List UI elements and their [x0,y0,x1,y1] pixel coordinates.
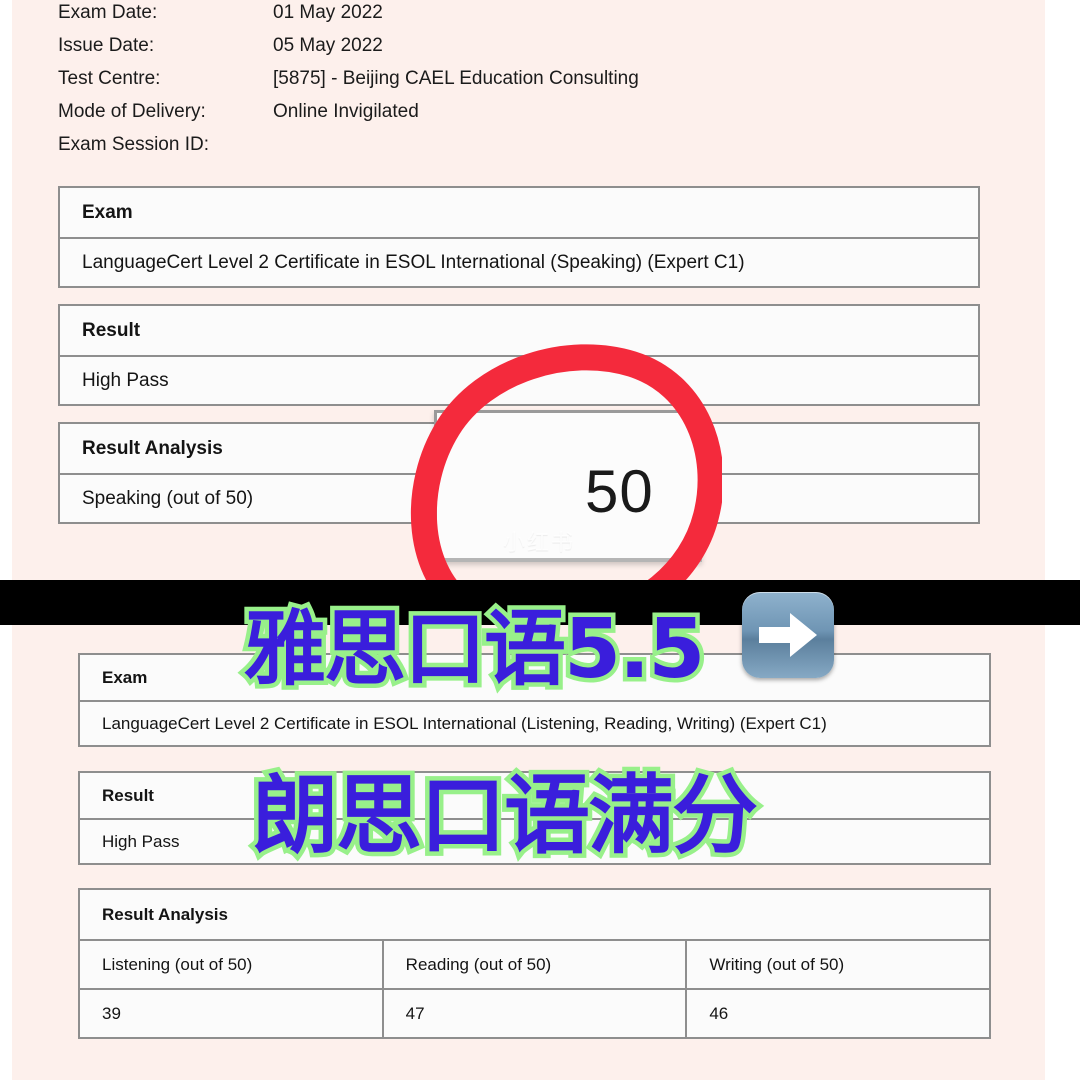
meta-value: 01 May 2022 [273,2,383,23]
meta-value: [5875] - Beijing CAEL Education Consulti… [273,68,639,89]
listening-score-cell: 39 [102,1003,121,1023]
watermark-text: 小红书 [503,530,576,555]
meta-row-exam-date: Exam Date: 01 May 2022 [58,2,958,35]
table-header-row: Exam [60,188,978,237]
column-header: Result [82,319,141,341]
meta-row-exam-session-id: Exam Session ID: [58,134,958,167]
meta-row-issue-date: Issue Date: 05 May 2022 [58,35,958,68]
column-header: Exam [82,201,133,223]
screenshot-root: Exam Date: 01 May 2022 Issue Date: 05 Ma… [0,0,1080,1080]
exam-name-cell: LanguageCert Level 2 Certificate in ESOL… [102,713,827,733]
meta-label: Issue Date: [58,35,155,56]
table-header-row: Result Analysis [80,890,989,939]
table-row: High Pass [60,355,978,404]
top-exam-table: Exam LanguageCert Level 2 Certificate in… [58,186,980,288]
meta-label: Mode of Delivery: [58,101,206,122]
writing-score-cell: 46 [685,990,989,1037]
column-header: Result Analysis [102,904,228,924]
reading-label-cell: Reading (out of 50) [381,941,686,988]
exam-name-cell: LanguageCert Level 2 Certificate in ESOL… [82,251,745,273]
table-row: 39 47 46 [80,988,989,1037]
listening-label-cell: Listening (out of 50) [102,954,253,974]
result-value-cell: High Pass [82,369,169,391]
table-column-header-row: Listening (out of 50) Reading (out of 50… [80,939,989,988]
table-row: LanguageCert Level 2 Certificate in ESOL… [60,237,978,286]
bottom-result-analysis-table: Result Analysis Listening (out of 50) Re… [78,888,991,1039]
table-row: LanguageCert Level 2 Certificate in ESOL… [80,700,989,745]
meta-row-test-centre: Test Centre: [5875] - Beijing CAEL Educa… [58,68,958,101]
writing-label-cell: Writing (out of 50) [685,941,989,988]
right-arrow-icon [759,613,817,657]
top-result-table: Result High Pass [58,304,980,406]
caption-line-1: 雅思口语5.5 [239,598,709,702]
caption-line-2: 朗思口语满分 [248,762,763,871]
next-arrow-button[interactable] [742,592,834,678]
meta-row-mode-of-delivery: Mode of Delivery: Online Invigilated [58,101,958,134]
exam-metadata-block: Exam Date: 01 May 2022 Issue Date: 05 Ma… [58,2,958,167]
reading-score-cell: 47 [381,990,686,1037]
meta-label: Exam Session ID: [58,134,209,155]
meta-value: Online Invigilated [273,101,419,122]
meta-label: Exam Date: [58,2,158,23]
meta-label: Test Centre: [58,68,161,89]
table-header-row: Result [60,306,978,355]
meta-value: 05 May 2022 [273,35,383,56]
score-magnifier-inset: 50 小红书 [434,410,702,562]
speaking-score-value: 50 [585,458,654,525]
